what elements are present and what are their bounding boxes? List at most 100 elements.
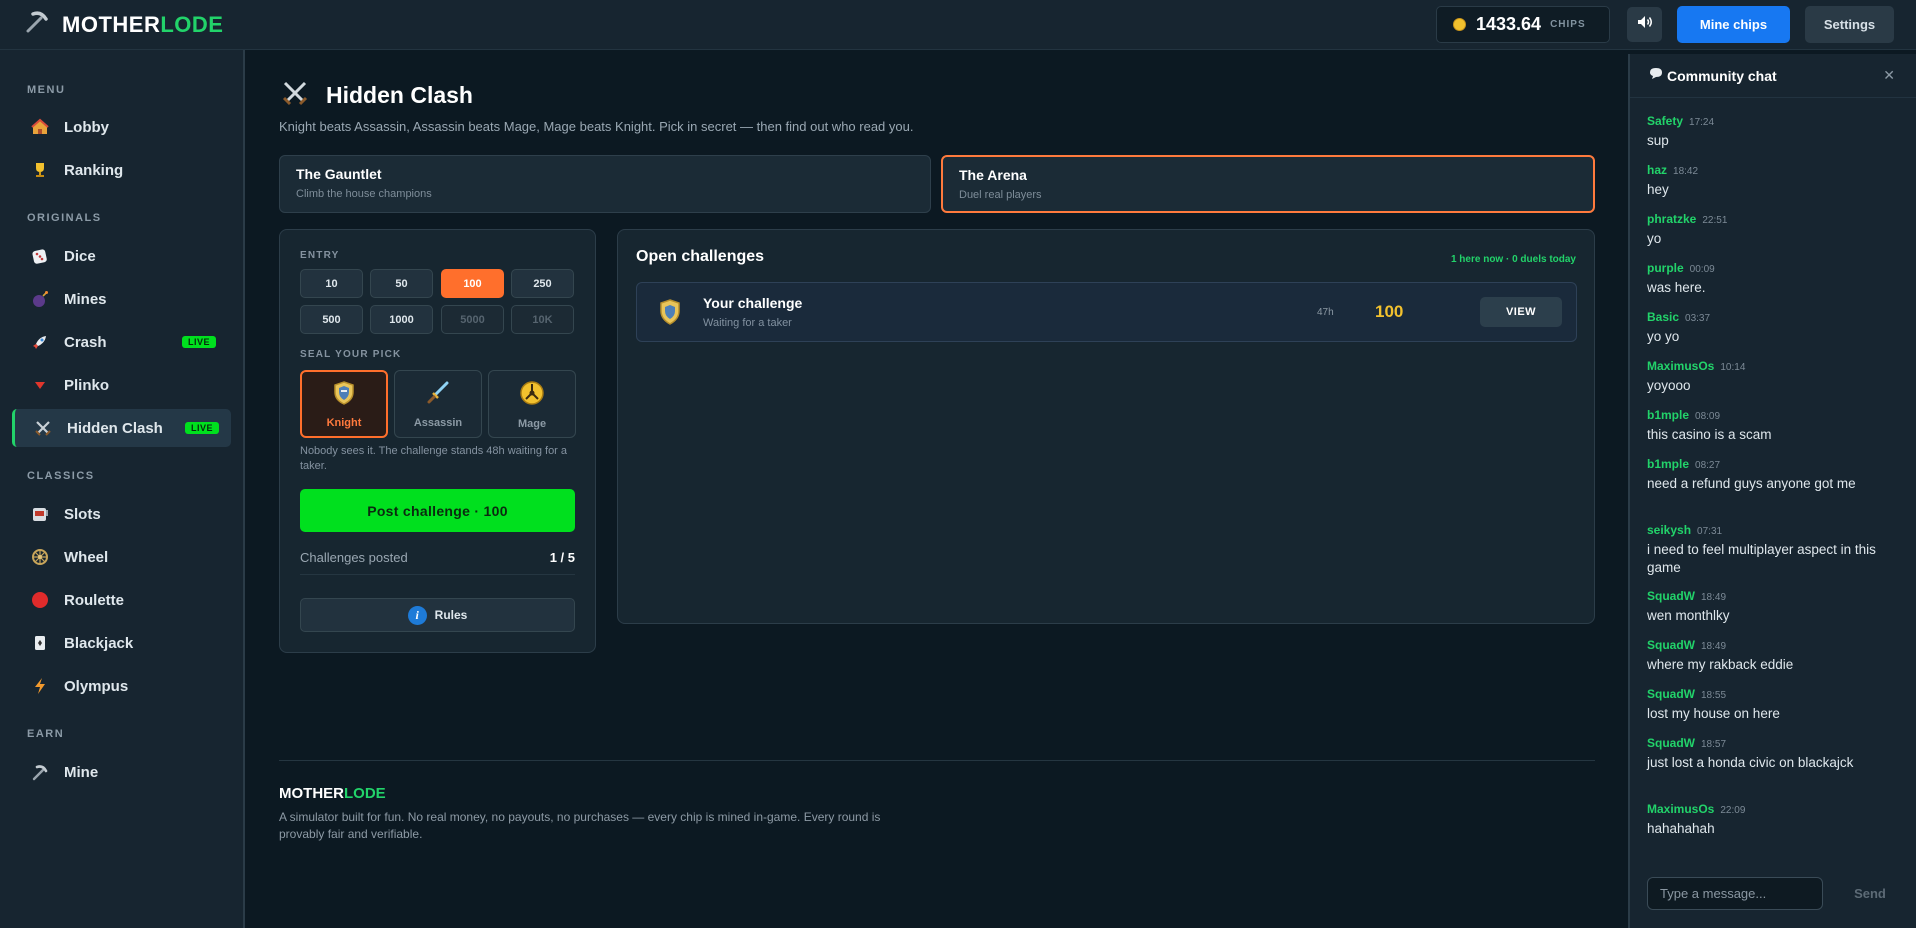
top-bar: MOTHERLODE 1433.64 CHIPS Mine chips Sett… <box>0 0 1916 50</box>
chat-message-text: i need to feel multiplayer aspect in thi… <box>1647 542 1876 575</box>
chat-username[interactable]: SquadW <box>1647 589 1695 603</box>
chat-username[interactable]: seikysh <box>1647 523 1691 537</box>
sidebar-item-dice[interactable]: Dice <box>12 237 231 275</box>
chat-timestamp: 00:09 <box>1689 264 1715 275</box>
pick-knight[interactable]: Knight <box>300 370 388 438</box>
sidebar-item-ranking[interactable]: Ranking <box>12 151 231 189</box>
sidebar-item-label: Mines <box>64 290 107 308</box>
chat-timestamp: 08:09 <box>1695 411 1721 422</box>
magic-orb-icon <box>518 379 546 412</box>
chat-message: SquadW 18:49 wen monthlky <box>1647 587 1877 625</box>
sidebar-item-olympus[interactable]: Olympus <box>12 667 231 705</box>
chat-message-text: hey <box>1647 182 1669 197</box>
chat-username[interactable]: b1mple <box>1647 408 1689 422</box>
entry-option-1000[interactable]: 1000 <box>370 305 433 334</box>
pick-mage[interactable]: Mage <box>488 370 576 438</box>
chat-timestamp: 10:14 <box>1720 362 1746 373</box>
chat-message: b1mple 08:09 this casino is a scam <box>1647 406 1877 444</box>
chat-timestamp: 18:55 <box>1701 690 1727 701</box>
challenge-status: Waiting for a taker <box>703 317 792 329</box>
sidebar-item-lobby[interactable]: Lobby <box>12 108 231 146</box>
mode-title: The Arena <box>959 167 1027 183</box>
rocket-icon <box>30 332 50 352</box>
pick-assassin[interactable]: Assassin <box>394 370 482 438</box>
entry-option-10[interactable]: 10 <box>300 269 363 298</box>
info-icon: i <box>407 605 427 625</box>
trophy-icon <box>30 160 50 180</box>
chat-timestamp: 17:24 <box>1689 117 1715 128</box>
chat-username[interactable]: Basic <box>1647 310 1679 324</box>
chat-message-text: sup <box>1647 133 1669 148</box>
challenges-posted-value: 1 / 5 <box>549 550 575 565</box>
chat-timestamp: 18:57 <box>1701 739 1727 750</box>
chat-message: phratzke 22:51 yo <box>1647 210 1877 248</box>
dagger-icon <box>425 380 451 411</box>
chat-username[interactable]: MaximusOs <box>1647 802 1714 816</box>
challenge-row[interactable]: Your challenge Waiting for a taker 47h 1… <box>636 282 1577 342</box>
chat-message-input[interactable] <box>1647 877 1823 910</box>
logo[interactable]: MOTHERLODE <box>24 9 223 40</box>
roulette-icon <box>30 590 50 610</box>
speech-bubble-icon <box>1649 67 1663 85</box>
sidebar-item-label: Crash <box>64 333 107 351</box>
challenge-name: Your challenge <box>703 295 803 311</box>
sidebar-item-roulette[interactable]: Roulette <box>12 581 231 619</box>
entry-option-50[interactable]: 50 <box>370 269 433 298</box>
settings-button[interactable]: Settings <box>1805 6 1894 43</box>
open-challenges-title: Open challenges <box>636 248 765 265</box>
pick-note: Nobody sees it. The challenge stands 48h… <box>300 445 568 472</box>
chat-username[interactable]: Safety <box>1647 114 1683 128</box>
sound-toggle-button[interactable] <box>1627 7 1662 42</box>
entry-option-10k[interactable]: 10K <box>511 305 574 334</box>
chat-timestamp: 18:49 <box>1701 592 1727 603</box>
sidebar-item-blackjack[interactable]: Blackjack <box>12 624 231 662</box>
rules-label: Rules <box>434 608 468 622</box>
chat-message-text: was here. <box>1647 280 1706 295</box>
chat-username[interactable]: phratzke <box>1647 212 1696 226</box>
chat-username[interactable]: purple <box>1647 261 1684 275</box>
page-title: Hidden Clash <box>326 82 473 108</box>
chat-username[interactable]: SquadW <box>1647 736 1695 750</box>
post-challenge-button[interactable]: Post challenge · 100 <box>300 489 575 532</box>
entry-option-500[interactable]: 500 <box>300 305 363 334</box>
rules-button[interactable]: i Rules <box>300 598 575 632</box>
sidebar-item-plinko[interactable]: Plinko <box>12 366 231 404</box>
sidebar-item-label: Dice <box>64 247 96 265</box>
mine-chips-button[interactable]: Mine chips <box>1677 6 1790 43</box>
sidebar-item-hidden-clash[interactable]: Hidden Clash LIVE <box>12 409 231 447</box>
sidebar-item-label: Mine <box>64 763 99 781</box>
chat-message-text: just lost a honda civic on blackajck <box>1647 755 1854 770</box>
balance-display: 1433.64 CHIPS <box>1436 6 1610 43</box>
close-icon[interactable]: ✕ <box>1883 67 1895 84</box>
page-subtitle: Knight beats Assassin, Assassin beats Ma… <box>279 119 914 134</box>
sidebar-item-mine[interactable]: Mine <box>12 753 231 791</box>
live-badge: LIVE <box>185 422 220 434</box>
entry-option-5000[interactable]: 5000 <box>441 305 504 334</box>
sidebar-item-crash[interactable]: Crash LIVE <box>12 323 231 361</box>
chat-timestamp: 08:27 <box>1695 460 1721 471</box>
send-button[interactable]: Send <box>1835 877 1905 910</box>
sidebar-item-label: Roulette <box>64 591 124 609</box>
footer-logo: MOTHERLODE <box>279 785 386 802</box>
crossed-swords-icon <box>33 418 53 438</box>
pick-label: Assassin <box>413 416 463 429</box>
sidebar: MENU Lobby Ranking ORIGINALS Dice Mines … <box>0 50 245 928</box>
mode-gauntlet[interactable]: The Gauntlet Climb the house champions <box>279 155 931 213</box>
chat-username[interactable]: MaximusOs <box>1647 359 1714 373</box>
chat-timestamp: 22:51 <box>1702 215 1728 226</box>
dice-icon <box>30 246 50 266</box>
chat-username[interactable]: SquadW <box>1647 687 1695 701</box>
chat-username[interactable]: haz <box>1647 163 1667 177</box>
sidebar-item-mines[interactable]: Mines <box>12 280 231 318</box>
entry-option-250[interactable]: 250 <box>511 269 574 298</box>
sidebar-item-label: Lobby <box>64 118 109 136</box>
sidebar-item-wheel[interactable]: Wheel <box>12 538 231 576</box>
sidebar-item-slots[interactable]: Slots <box>12 495 231 533</box>
chat-username[interactable]: SquadW <box>1647 638 1695 652</box>
view-challenge-button[interactable]: VIEW <box>1480 297 1562 327</box>
entry-option-100[interactable]: 100 <box>441 269 504 298</box>
chat-username[interactable]: b1mple <box>1647 457 1689 471</box>
mode-arena[interactable]: The Arena Duel real players <box>941 155 1595 213</box>
chat-message-text: yoyooo <box>1647 378 1691 393</box>
mode-subtitle: Duel real players <box>959 189 1042 201</box>
